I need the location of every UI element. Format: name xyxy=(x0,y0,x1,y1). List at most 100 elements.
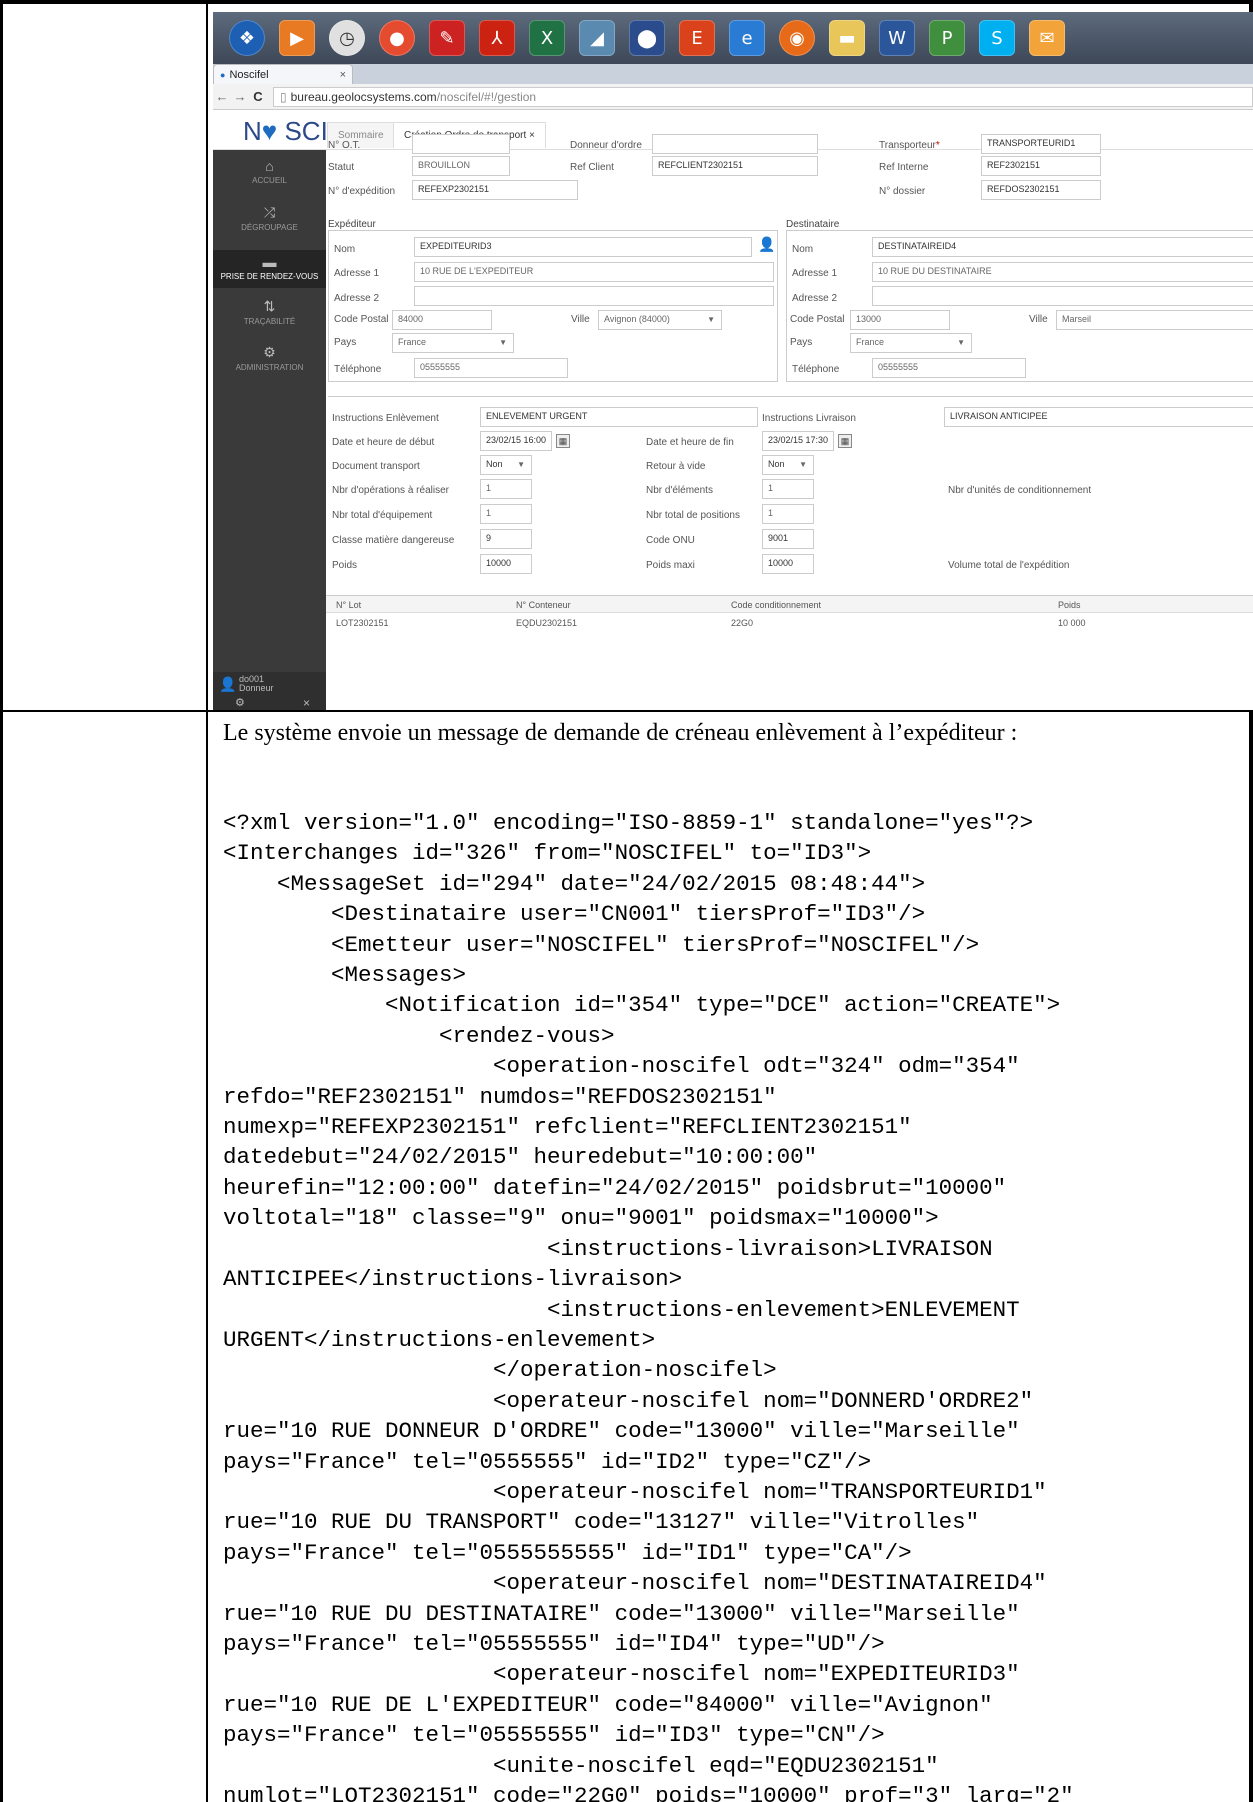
transporteur-input[interactable]: TRANSPORTEURID1 xyxy=(981,134,1101,154)
outlook-icon[interactable]: ✉ xyxy=(1029,20,1065,56)
dest-tel-input[interactable]: 05555555 xyxy=(872,358,1026,378)
table-column-divider xyxy=(206,0,208,1802)
dossier-label: N° dossier xyxy=(879,186,926,197)
pin-icon[interactable]: ✎ xyxy=(429,20,465,56)
refclient-input[interactable]: REFCLIENT2302151 xyxy=(652,156,818,176)
refinterne-input[interactable]: REF2302151 xyxy=(981,156,1101,176)
ot-input[interactable] xyxy=(412,134,510,154)
start-orb-icon[interactable]: ❖ xyxy=(229,20,265,56)
xml-line: heurefin="12:00:00" datefin="24/02/2015"… xyxy=(223,1174,1007,1201)
grid-cell-poids[interactable]: 10 000 xyxy=(1058,618,1086,628)
classe-input[interactable]: 9 xyxy=(480,529,532,549)
exp-tel-label: Téléphone xyxy=(334,364,382,375)
xml-line: <instructions-livraison>LIVRAISON xyxy=(223,1235,993,1262)
ie-icon[interactable]: e xyxy=(729,20,765,56)
grid-cell-code[interactable]: 22G0 xyxy=(731,618,753,628)
security-icon[interactable]: ⬤ xyxy=(629,20,665,56)
retour-select[interactable]: Non xyxy=(762,455,814,475)
grid-cell-lot[interactable]: LOT2302151 xyxy=(336,618,389,628)
xml-line: <instructions-enlevement>ENLEVEMENT xyxy=(223,1296,1020,1323)
classe-label: Classe matière dangereuse xyxy=(332,535,455,546)
firefox-icon[interactable]: ◉ xyxy=(779,20,815,56)
exp-adr1-input[interactable]: 10 RUE DE L'EXPEDITEUR xyxy=(414,262,774,282)
nbpos-input[interactable]: 1 xyxy=(762,504,814,524)
nbelem-input[interactable]: 1 xyxy=(762,479,814,499)
xml-line: pays="France" tel="05555555" id="ID4" ty… xyxy=(223,1630,885,1657)
xml-line: voltotal="18" classe="9" onu="9001" poid… xyxy=(223,1205,939,1232)
xml-line: URGENT</instructions-enlevement> xyxy=(223,1326,656,1353)
nbops-input[interactable]: 1 xyxy=(480,479,532,499)
xml-message: <?xml version="1.0" encoding="ISO-8859-1… xyxy=(223,808,1248,1802)
back-icon[interactable]: ← xyxy=(213,89,231,104)
dossier-input[interactable]: REFDOS2302151 xyxy=(981,180,1101,200)
media-player-icon[interactable]: ▶ xyxy=(279,20,315,56)
exp-cp-input[interactable]: 84000 xyxy=(392,310,492,330)
folder-icon[interactable]: ▬ xyxy=(829,20,865,56)
acrobat-icon[interactable]: ⅄ xyxy=(479,20,515,56)
dest-ville-select[interactable]: Marseil xyxy=(1056,310,1253,330)
xml-line: pays="France" tel="0555555555" id="ID1" … xyxy=(223,1539,912,1566)
expedition-input[interactable]: REFEXP2302151 xyxy=(412,180,578,200)
table-border-top xyxy=(0,0,1253,4)
contact-icon[interactable]: 👤 xyxy=(758,236,775,253)
table-row-divider xyxy=(0,710,1253,712)
exp-nom-input[interactable]: EXPEDITEURID3 xyxy=(414,237,752,257)
sidebar-item-tracabilite[interactable]: ⇅ TRAÇABILITÉ xyxy=(213,298,326,336)
doc-select[interactable]: Non xyxy=(480,455,532,475)
onu-input[interactable]: 9001 xyxy=(762,529,814,549)
sidebar-item-degroupage[interactable]: ⤮ DÉGROUPAGE xyxy=(213,204,326,242)
dest-adr1-input[interactable]: 10 RUE DU DESTINATAIRE xyxy=(872,262,1253,282)
word-icon[interactable]: W xyxy=(879,20,915,56)
poids-input[interactable]: 10000 xyxy=(480,554,532,574)
excel-icon[interactable]: X xyxy=(529,20,565,56)
exp-ville-select[interactable]: Avignon (84000) xyxy=(598,310,722,330)
close-tab-icon[interactable]: × xyxy=(340,69,346,81)
favicon-icon: ● xyxy=(220,69,226,80)
calendar-icon[interactable]: ▦ xyxy=(838,434,852,448)
browser-tab-title: Noscifel xyxy=(229,68,269,81)
dest-adr2-input[interactable] xyxy=(872,286,1253,306)
xml-line: <operation-noscifel odt="324" odm="354" xyxy=(223,1053,1020,1080)
dest-pays-select[interactable]: France xyxy=(850,333,972,353)
url-input[interactable]: ▯ bureau.geolocsystems.com/noscifel/#!/g… xyxy=(273,86,1253,107)
debut-input[interactable]: 23/02/15 16:00 xyxy=(480,431,552,451)
reload-icon[interactable]: C xyxy=(249,89,267,104)
xml-line: ANTICIPEE</instructions-livraison> xyxy=(223,1266,683,1293)
grid-cell-conteneur[interactable]: EQDU2302151 xyxy=(516,618,577,628)
skype-icon[interactable]: S xyxy=(979,20,1015,56)
settings-icon[interactable]: ⚙ xyxy=(235,696,245,709)
destinataire-title: Destinataire xyxy=(786,219,840,230)
generic-app-icon[interactable]: ◢ xyxy=(579,20,615,56)
xml-line: pays="France" tel="05555555" id="ID3" ty… xyxy=(223,1722,885,1749)
grid-col-lot: N° Lot xyxy=(336,600,362,610)
dest-cp-label: Code Postal xyxy=(790,314,845,325)
exp-pays-select[interactable]: France xyxy=(392,333,514,353)
instr-liv-input[interactable]: LIVRAISON ANTICIPEE xyxy=(944,407,1253,427)
dest-cp-input[interactable]: 13000 xyxy=(850,310,950,330)
sidebar-item-administration[interactable]: ⚙ ADMINISTRATION xyxy=(213,344,326,382)
nbequip-input[interactable]: 1 xyxy=(480,504,532,524)
dest-nom-input[interactable]: DESTINATAIREID4 xyxy=(872,237,1253,257)
calendar-icon[interactable]: ▦ xyxy=(556,434,570,448)
sidebar-item-accueil[interactable]: ⌂ ACCUEIL xyxy=(213,158,326,196)
exp-tel-input[interactable]: 05555555 xyxy=(414,358,568,378)
browser-tab[interactable]: ● Noscifel × xyxy=(213,64,353,84)
statut-input[interactable]: BROUILLON xyxy=(412,156,510,176)
exp-adr2-input[interactable] xyxy=(414,286,774,306)
project-icon[interactable]: P xyxy=(929,20,965,56)
chrome-icon[interactable]: ● xyxy=(379,20,415,56)
instr-enl-input[interactable]: ENLEVEMENT URGENT xyxy=(480,407,758,427)
user-panel: 👤 do001 Donneur d'ordre ⚙ × xyxy=(213,672,326,710)
donneur-input[interactable] xyxy=(652,134,818,154)
address-bar: ← → C ▯ bureau.geolocsystems.com/noscife… xyxy=(213,84,1253,110)
ec-app-icon[interactable]: E xyxy=(679,20,715,56)
xml-line: <?xml version="1.0" encoding="ISO-8859-1… xyxy=(223,810,1034,836)
clock-icon[interactable]: ◷ xyxy=(329,20,365,56)
donneur-label: Donneur d'ordre xyxy=(570,140,642,151)
logout-icon[interactable]: × xyxy=(303,696,310,710)
sidebar-item-rendez-vous[interactable]: ▬ PRISE DE RENDEZ-VOUS xyxy=(213,250,326,288)
fin-input[interactable]: 23/02/15 17:30 xyxy=(762,431,834,451)
poidsmax-input[interactable]: 10000 xyxy=(762,554,814,574)
forward-icon[interactable]: → xyxy=(231,89,249,104)
app-screenshot: ❖ ▶ ◷ ● ✎ ⅄ X ◢ ⬤ E e ◉ ▬ W P S ✉ ● Nosc… xyxy=(213,12,1253,710)
